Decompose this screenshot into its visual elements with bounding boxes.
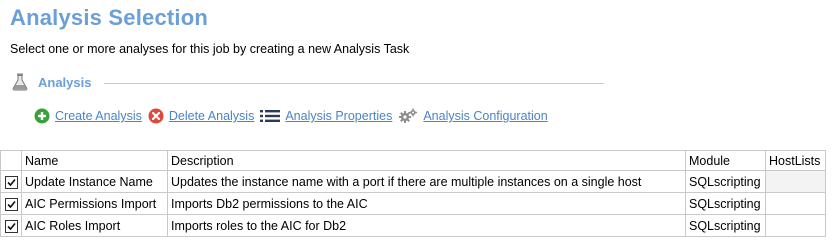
table-row[interactable]: Update Instance Name Updates the instanc… bbox=[0, 170, 826, 193]
row-name: AIC Permissions Import bbox=[21, 192, 168, 215]
table-header-row: Name Description Module HostLists bbox=[0, 150, 826, 171]
table-row[interactable]: AIC Roles Import Imports roles to the AI… bbox=[0, 214, 826, 237]
row-name: Update Instance Name bbox=[21, 170, 168, 193]
analysis-toolbar: Create Analysis Delete Analysis Analysis… bbox=[34, 106, 554, 126]
list-icon bbox=[260, 110, 281, 122]
checkmark-icon bbox=[6, 222, 16, 230]
row-checkbox[interactable] bbox=[4, 197, 18, 211]
page-title: Analysis Selection bbox=[10, 5, 209, 30]
row-description: Updates the instance name with a port if… bbox=[167, 170, 686, 193]
plus-circle-icon bbox=[34, 108, 50, 124]
column-header-name[interactable]: Name bbox=[21, 150, 168, 171]
table-row[interactable]: AIC Permissions Import Imports Db2 permi… bbox=[0, 192, 826, 215]
row-hostlists bbox=[765, 214, 826, 237]
section-divider bbox=[104, 83, 604, 84]
column-header-description[interactable]: Description bbox=[167, 150, 686, 171]
create-analysis-label[interactable]: Create Analysis bbox=[55, 109, 142, 123]
gears-icon bbox=[399, 108, 418, 123]
analysis-table: Name Description Module HostLists Update… bbox=[0, 150, 826, 237]
row-name: AIC Roles Import bbox=[21, 214, 168, 237]
checkmark-icon bbox=[6, 200, 16, 208]
column-header-hostlists[interactable]: HostLists bbox=[765, 150, 826, 171]
row-select-cell bbox=[0, 170, 22, 193]
row-module: SQLscripting bbox=[685, 214, 766, 237]
row-checkbox[interactable] bbox=[4, 175, 18, 189]
delete-analysis-button[interactable]: Delete Analysis bbox=[148, 108, 254, 124]
analysis-configuration-button[interactable]: Analysis Configuration bbox=[398, 108, 548, 124]
checkmark-icon bbox=[6, 178, 16, 186]
column-header-select bbox=[0, 150, 22, 171]
flask-icon bbox=[12, 73, 28, 96]
row-select-cell bbox=[0, 214, 22, 237]
page-subtitle: Select one or more analyses for this job… bbox=[10, 42, 410, 56]
column-header-module[interactable]: Module bbox=[685, 150, 766, 171]
analysis-properties-label[interactable]: Analysis Properties bbox=[285, 109, 392, 123]
analysis-configuration-label[interactable]: Analysis Configuration bbox=[423, 109, 547, 123]
row-hostlists bbox=[765, 192, 826, 215]
analysis-section-header: Analysis bbox=[12, 70, 604, 96]
x-circle-icon bbox=[148, 108, 164, 124]
delete-analysis-label[interactable]: Delete Analysis bbox=[169, 109, 254, 123]
row-description: Imports Db2 permissions to the AIC bbox=[167, 192, 686, 215]
row-hostlists bbox=[765, 170, 826, 193]
section-label: Analysis bbox=[38, 75, 92, 90]
row-description: Imports roles to the AIC for Db2 bbox=[167, 214, 686, 237]
row-select-cell bbox=[0, 192, 22, 215]
row-module: SQLscripting bbox=[685, 192, 766, 215]
row-module: SQLscripting bbox=[685, 170, 766, 193]
create-analysis-button[interactable]: Create Analysis bbox=[34, 108, 142, 124]
analysis-properties-button[interactable]: Analysis Properties bbox=[260, 109, 392, 123]
row-checkbox[interactable] bbox=[4, 219, 18, 233]
